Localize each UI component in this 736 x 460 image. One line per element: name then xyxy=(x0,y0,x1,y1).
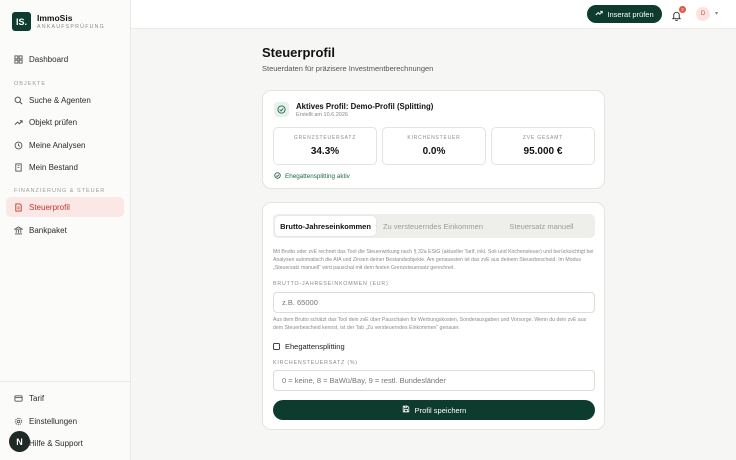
sidebar-item-label: Meine Analysen xyxy=(29,140,86,150)
chevron-down-icon[interactable]: ▾ xyxy=(715,10,718,17)
splitting-checkbox[interactable] xyxy=(273,343,280,350)
tab-steuersatz-manuell[interactable]: Steuersatz manuell xyxy=(490,216,593,236)
sidebar-item-label: Hilfe & Support xyxy=(29,438,83,448)
sidebar-item-label: Suche & Agenten xyxy=(29,95,91,105)
sidebar-item-dashboard[interactable]: Dashboard xyxy=(6,49,124,69)
stat-value: 34.3% xyxy=(310,146,340,157)
page-title: Steuerprofil xyxy=(262,45,335,60)
sidebar-item-steuerprofil[interactable]: Steuerprofil xyxy=(6,197,124,217)
brutto-help-text: Aus dem Brutto schätzt das Tool dein zvE… xyxy=(273,317,587,332)
trending-up-icon xyxy=(595,9,604,19)
sidebar-item-label: Dashboard xyxy=(29,54,69,64)
building-icon xyxy=(14,162,23,172)
active-profile-card: Aktives Profil: Demo-Profil (Splitting) … xyxy=(262,90,605,189)
inserat-pruefen-label: Inserat prüfen xyxy=(607,9,654,19)
stat-label: ZVE GESAMT xyxy=(522,135,564,141)
sidebar-item-label: Einstellungen xyxy=(29,416,78,426)
brand-subtitle: ANKAUFSPRÜFUNG xyxy=(37,23,106,30)
sidebar-item-tarif[interactable]: Tarif xyxy=(6,388,124,408)
splitting-status: Ehegattensplitting aktiv xyxy=(274,172,350,181)
profile-created-date: Erstellt am 10.6.2026 xyxy=(296,112,348,118)
check-circle-icon xyxy=(274,102,289,117)
stat-zve-gesamt: ZVE GESAMT 95.000 € xyxy=(491,127,595,165)
sidebar-item-analysen[interactable]: Meine Analysen xyxy=(6,135,124,155)
sidebar-item-bankpaket[interactable]: Bankpaket xyxy=(6,220,124,240)
save-profile-label: Profil speichern xyxy=(414,405,467,415)
sidebar: IS. ImmoSis ANKAUFSPRÜFUNG Dashboard OBJ… xyxy=(0,0,131,460)
save-icon xyxy=(402,405,410,415)
notification-badge: 2 xyxy=(679,6,686,13)
sidebar-item-objekt-pruefen[interactable]: Objekt prüfen xyxy=(6,112,124,132)
section-label-objekte: OBJEKTE xyxy=(14,81,47,87)
profile-title: Aktives Profil: Demo-Profil (Splitting) xyxy=(296,102,434,111)
sidebar-item-label: Tarif xyxy=(29,393,45,403)
stat-grenzsteuersatz: GRENZSTEUERSATZ 34.3% xyxy=(273,127,377,165)
brutto-input[interactable] xyxy=(273,292,595,313)
document-icon xyxy=(14,202,23,212)
stat-value: 0.0% xyxy=(422,146,446,157)
stat-value: 95.000 € xyxy=(523,146,563,157)
topbar: Inserat prüfen 2 D ▾ xyxy=(131,0,736,29)
tax-form-card: Brutto-Jahreseinkommen Zu versteuerndes … xyxy=(262,202,605,430)
avatar[interactable]: D xyxy=(696,7,710,21)
splitting-checkbox-row[interactable]: Ehegattensplitting xyxy=(273,342,345,351)
bank-icon xyxy=(14,225,23,235)
assistant-button[interactable]: N xyxy=(9,431,30,452)
brutto-label: BRUTTO-JAHRESEINKOMMEN (EUR) xyxy=(273,281,389,287)
kirchensteuer-input[interactable] xyxy=(273,370,595,391)
brand-name: ImmoSis xyxy=(37,12,73,23)
splitting-checkbox-label: Ehegattensplitting xyxy=(285,342,345,351)
history-icon xyxy=(14,141,23,150)
trending-up-icon xyxy=(14,118,23,127)
stat-kirchensteuer: KIRCHENSTEUER 0.0% xyxy=(382,127,486,165)
gear-icon xyxy=(14,417,23,426)
stat-label: GRENZSTEUERSATZ xyxy=(293,135,357,141)
page-subtitle: Steuerdaten für präzisere Investmentbere… xyxy=(262,64,434,73)
intro-text: Mit Brutto oder zvE rechnet das Tool die… xyxy=(273,249,594,272)
splitting-status-label: Ehegattensplitting aktiv xyxy=(285,173,350,180)
kirchensteuer-label: KIRCHENSTEUERSATZ (%) xyxy=(273,360,358,366)
inserat-pruefen-button[interactable]: Inserat prüfen xyxy=(587,5,662,23)
sidebar-item-suche[interactable]: Suche & Agenten xyxy=(6,90,124,110)
sidebar-item-label: Objekt prüfen xyxy=(29,117,78,127)
tab-zve[interactable]: Zu versteuerndes Einkommen xyxy=(378,216,488,236)
input-mode-tabs: Brutto-Jahreseinkommen Zu versteuerndes … xyxy=(273,214,595,238)
check-circle-icon xyxy=(274,172,281,181)
save-profile-button[interactable]: Profil speichern xyxy=(273,400,595,420)
credit-card-icon xyxy=(14,394,23,403)
stat-label: KIRCHENSTEUER xyxy=(407,135,461,141)
brand[interactable]: IS. ImmoSis ANKAUFSPRÜFUNG xyxy=(12,12,105,31)
sidebar-item-label: Mein Bestand xyxy=(29,162,78,172)
tab-brutto[interactable]: Brutto-Jahreseinkommen xyxy=(275,216,376,236)
sidebar-item-label: Bankpaket xyxy=(29,225,67,235)
search-icon xyxy=(14,96,23,105)
logo: IS. xyxy=(12,12,31,31)
sidebar-item-einstellungen[interactable]: Einstellungen xyxy=(6,411,124,431)
sidebar-item-label: Steuerprofil xyxy=(29,202,70,212)
dashboard-icon xyxy=(14,54,23,64)
sidebar-item-bestand[interactable]: Mein Bestand xyxy=(6,157,124,177)
sidebar-divider xyxy=(0,381,131,382)
section-label-finanzierung: FINANZIERUNG & STEUER xyxy=(14,188,106,194)
